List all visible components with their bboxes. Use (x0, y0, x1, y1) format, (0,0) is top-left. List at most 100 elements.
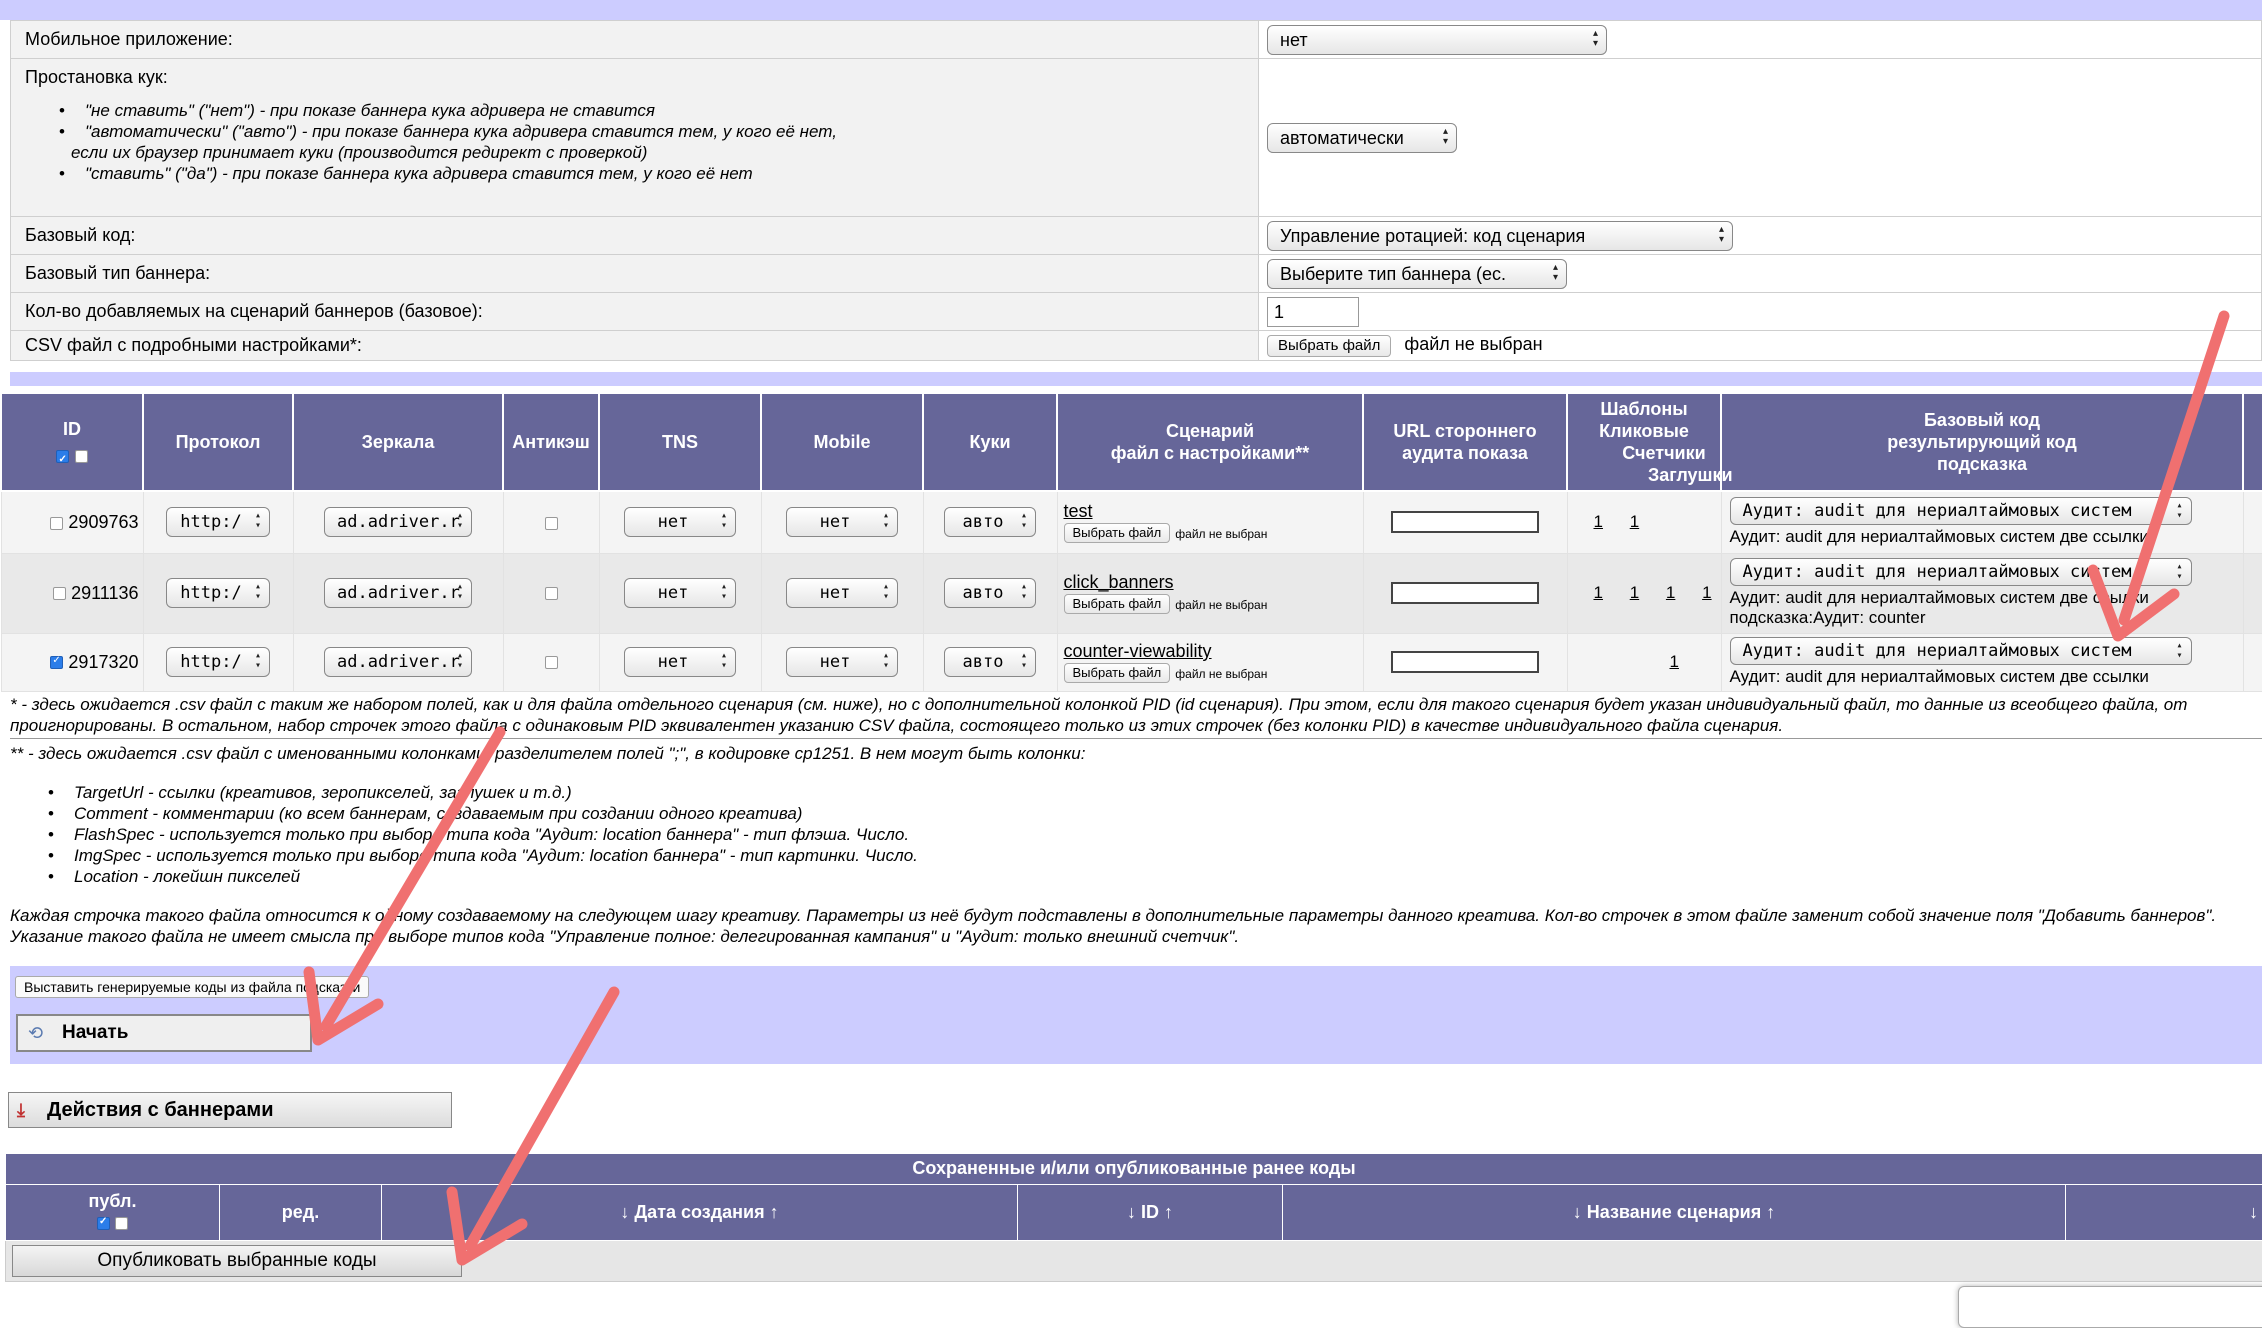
col-cookies: Куки (923, 393, 1057, 491)
protocol-select[interactable]: http:/ (166, 578, 270, 608)
list-item: •Location - локейшн пикселей (10, 866, 2262, 887)
audit-url-input[interactable] (1391, 651, 1539, 673)
mirror-select[interactable]: ad.adriver.r (324, 578, 472, 608)
base-type-select[interactable]: Выберите тип баннера (ес. (1267, 259, 1567, 289)
tpl-stub[interactable]: 1 (1630, 512, 1639, 531)
row-checkbox[interactable] (50, 517, 63, 530)
pub-select-all-checkbox[interactable] (97, 1217, 110, 1230)
result-code: Аудит: audit для нериалтаймовых систем д… (1730, 588, 2243, 608)
row-checkbox[interactable] (50, 656, 63, 669)
cookie-row-select[interactable]: авто (944, 507, 1036, 537)
each-row-note-1: Каждая строчка такого файла относится к … (10, 905, 2262, 926)
csv-columns-list: •TargetUrl - ссылки (креативов, зеропикс… (10, 782, 2262, 887)
csv-file-button[interactable]: Выбрать файл (1267, 335, 1391, 357)
anticache-checkbox[interactable] (545, 587, 558, 600)
row-id: 2909763 (68, 512, 138, 532)
tpl-counter[interactable]: 1 (1630, 583, 1639, 602)
tpl-click[interactable]: 1 (1594, 583, 1603, 602)
col-scenario: Сценарийфайл с настройками** (1057, 393, 1363, 491)
list-item: •Comment - комментарии (ко всем баннерам… (10, 803, 2262, 824)
select-all-checkbox[interactable] (56, 450, 69, 463)
result-code: Аудит: audit для нериалтаймовых систем д… (1730, 667, 2243, 687)
pub-deselect-all-checkbox[interactable] (115, 1217, 128, 1230)
col-tns: TNS (599, 393, 761, 491)
start-icon: ⟲ (28, 1016, 43, 1050)
base-code-row-select[interactable]: Аудит: audit для нериалтаймовых систем (1730, 558, 2192, 586)
deselect-all-checkbox[interactable] (75, 450, 88, 463)
audit-url-input[interactable] (1391, 582, 1539, 604)
sort-date-header[interactable]: ↓ Дата создания ↑ (382, 1184, 1018, 1240)
scenario-file-status: файл не выбран (1175, 598, 1267, 612)
col-pub: публ. (6, 1184, 220, 1240)
settings-table: Мобильное приложение: нет Простановка ку… (10, 20, 2262, 361)
tns-select[interactable]: нет (624, 507, 736, 537)
set-codes-button[interactable]: Выставить генерируемые коды из файла под… (15, 976, 369, 998)
csv-note-line1: * - здесь ожидается .csv файл с таким же… (10, 694, 2262, 715)
mobile-row-select[interactable]: нет (786, 578, 898, 608)
protocol-select[interactable]: http:/ (166, 507, 270, 537)
top-band (0, 0, 2262, 20)
section-divider (10, 372, 2262, 386)
list-item: •"ставить" ("да") - при показе баннера к… (25, 163, 1258, 184)
hint-text: подсказка:Аудит: counter (1730, 608, 2243, 628)
tpl-stub[interactable]: 1 (1666, 583, 1675, 602)
cookie-row-select[interactable]: авто (944, 647, 1036, 677)
row-id: 2917320 (68, 652, 138, 672)
notes-section: * - здесь ожидается .csv файл с таким же… (10, 694, 2262, 947)
count-input[interactable]: 1 (1267, 297, 1359, 327)
each-row-note-2: Указание такого файла не имеет смысла пр… (10, 926, 2262, 947)
csv-label: CSV файл с подробными настройками*: (11, 331, 1259, 361)
col-extra (2243, 393, 2262, 491)
cookie-options-list: •"не ставить" ("нет") - при показе банне… (25, 100, 1258, 184)
mobile-select[interactable]: нет (1267, 25, 1607, 55)
cookie-select[interactable]: автоматически (1267, 123, 1457, 153)
sort-extra-header[interactable]: ↓ (2066, 1184, 2262, 1240)
banner-actions-button[interactable]: ⤓ Действия с баннерами (8, 1092, 452, 1128)
anticache-checkbox[interactable] (545, 517, 558, 530)
list-item: если их браузер принимает куки (производ… (25, 142, 1258, 163)
tns-select[interactable]: нет (624, 647, 736, 677)
scenario-file-button[interactable]: Выбрать файл (1064, 523, 1171, 543)
tpl-click[interactable]: 1 (1594, 512, 1603, 531)
tpl-stub[interactable]: 1 (1670, 652, 1679, 671)
result-code: Аудит: audit для нериалтаймовых систем д… (1730, 527, 2243, 547)
mobile-row-select[interactable]: нет (786, 507, 898, 537)
row-checkbox[interactable] (53, 587, 66, 600)
col-templates: Шаблоны Кликовые Счетчики Заглушки (1567, 393, 1721, 491)
base-code-row-select[interactable]: Аудит: audit для нериалтаймовых систем (1730, 497, 2192, 525)
csv-note-line2: проигнорированы. В остальном, набор стро… (10, 715, 2262, 736)
tns-select[interactable]: нет (624, 578, 736, 608)
count-label: Кол-во добавляемых на сценарий баннеров … (11, 293, 1259, 331)
download-icon: ⤓ (17, 1093, 25, 1127)
table-row: 2917320 http:/ ad.adriver.r нет нет авто… (1, 633, 2262, 691)
csv-file-status: файл не выбран (1404, 334, 1542, 354)
sort-id-header[interactable]: ↓ ID ↑ (1018, 1184, 1283, 1240)
scenario-file-button[interactable]: Выбрать файл (1064, 594, 1171, 614)
scenario-link[interactable]: test (1064, 501, 1363, 522)
publish-button[interactable]: Опубликовать выбранные коды (12, 1245, 462, 1277)
anticache-checkbox[interactable] (545, 656, 558, 669)
col-mobile: Mobile (761, 393, 923, 491)
mobile-row-select[interactable]: нет (786, 647, 898, 677)
start-button[interactable]: ⟲ Начать (16, 1014, 312, 1052)
audit-url-input[interactable] (1391, 511, 1539, 533)
col-base-code: Базовый кодрезультирующий кодподсказка (1721, 393, 2243, 491)
tpl-stub-2[interactable]: 1 (1702, 583, 1711, 602)
base-code-row-select[interactable]: Аудит: audit для нериалтаймовых систем (1730, 637, 2192, 665)
col-audit-url: URL стороннегоаудита показа (1363, 393, 1567, 491)
scenario-link[interactable]: click_banners (1064, 572, 1363, 593)
csv-named-note: ** - здесь ожидается .csv файл с именова… (10, 743, 2262, 764)
col-anticache: Антикэш (503, 393, 599, 491)
mirror-select[interactable]: ad.adriver.r (324, 507, 472, 537)
col-mirrors: Зеркала (293, 393, 503, 491)
scenario-link[interactable]: counter-viewability (1064, 641, 1363, 662)
scenario-file-button[interactable]: Выбрать файл (1064, 663, 1171, 683)
cookie-row-select[interactable]: авто (944, 578, 1036, 608)
protocol-select[interactable]: http:/ (166, 647, 270, 677)
sort-name-header[interactable]: ↓ Название сценария ↑ (1283, 1184, 2066, 1240)
list-item: •FlashSpec - используется только при выб… (10, 824, 2262, 845)
base-code-select[interactable]: Управление ротацией: код сценария (1267, 221, 1733, 251)
mirror-select[interactable]: ad.adriver.r (324, 647, 472, 677)
popup-fragment (1958, 1286, 2262, 1328)
scenario-file-status: файл не выбран (1175, 667, 1267, 681)
